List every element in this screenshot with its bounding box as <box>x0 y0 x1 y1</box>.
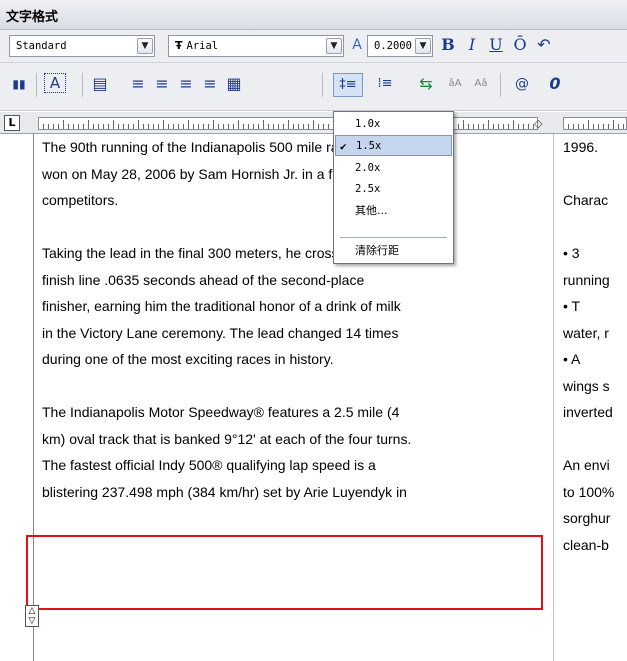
text-line: sorghur <box>563 510 611 526</box>
justify-button[interactable]: ≡ <box>200 73 220 97</box>
text-line: to 100% <box>563 483 615 500</box>
menu-item-label: 2.5x <box>355 183 381 195</box>
lowercase-button[interactable]: Aǎ <box>470 73 492 97</box>
text-line: 1996. <box>563 139 599 155</box>
menu-item-1-0x[interactable]: 1.0x <box>335 114 452 135</box>
font-dropdown-arrow-icon[interactable]: ▼ <box>326 38 342 54</box>
tab-type-selector[interactable]: L <box>4 115 20 131</box>
menu-item-2-5x[interactable]: 2.5x <box>335 179 452 200</box>
annotative-icon[interactable]: A <box>347 34 367 58</box>
text-line: finish line .0635 seconds ahead of the s… <box>42 271 365 288</box>
check-icon: ✔ <box>340 140 347 153</box>
ruler[interactable]: L ◇ <box>0 112 627 134</box>
text-line: km) oval track that is banked 9°12' at e… <box>42 430 412 447</box>
text-line: finisher, earning him the traditional ho… <box>42 298 401 314</box>
toolbar-separator <box>322 73 323 97</box>
uppercase-button[interactable]: ǎA <box>444 73 466 97</box>
menu-item-1-5x[interactable]: ✔ 1.5x <box>335 135 452 156</box>
underline-button[interactable]: U <box>486 34 506 58</box>
overline-button[interactable]: Ō <box>510 34 530 58</box>
menu-item-label: 2.0x <box>355 162 381 174</box>
style-select-value: Standard <box>16 40 67 52</box>
ruler-scale[interactable] <box>38 117 538 130</box>
text-line: water, r <box>563 324 609 341</box>
text-line: during one of the most exciting races in… <box>42 351 334 367</box>
text-column-2[interactable]: 1996. Charac • 3 running • T water, r • A wings… <box>563 134 627 558</box>
toolbar-separator <box>500 73 501 97</box>
numbering-button[interactable]: ⁞≡ <box>370 73 400 97</box>
mtext-justify-button[interactable]: A <box>44 73 66 93</box>
line-spacing-menu: 1.0x ✔ 1.5x 2.0x 2.5x 其他... 清除行距 <box>333 111 454 264</box>
menu-separator <box>340 237 447 238</box>
text-line: won on May 28, 2006 by Sam Hornish Jr. i… <box>42 165 390 182</box>
left-margin-line <box>33 134 34 661</box>
text-line: • 3 <box>563 245 580 261</box>
columns-button[interactable]: ▮▮ <box>8 73 30 97</box>
column-separator <box>553 134 554 661</box>
text-line: wings s <box>563 377 610 394</box>
text-line <box>563 161 627 188</box>
ruler-width-handle-icon[interactable]: ◇ <box>534 117 542 130</box>
style-select[interactable]: Standard ▼ <box>9 35 155 57</box>
text-column-1[interactable]: The 90th running of the Indianapolis 500… <box>42 134 550 505</box>
toolbar-separator <box>36 73 37 97</box>
text-line: blistering 237.498 mph (384 km/hr) set b… <box>42 483 407 500</box>
text-line: Taking the lead in the final 300 meters,… <box>42 245 378 261</box>
toolbar-row-1: Standard ▼ Ŧ Arial ▼ A 0.2000 ▼ B I U Ō ↶ <box>0 30 627 63</box>
italic-button[interactable]: I <box>462 34 482 58</box>
truetype-font-icon: Ŧ <box>175 39 183 52</box>
insert-field-button[interactable]: ⇆ <box>416 73 436 97</box>
text-line: competitors. <box>42 192 119 208</box>
toolbar-separator <box>82 73 83 97</box>
text-line <box>563 426 627 453</box>
menu-item-clear-line-spacing[interactable]: 清除行距 <box>335 240 452 261</box>
text-line: Charac <box>563 192 609 208</box>
text-height-dropdown-arrow-icon[interactable]: ▼ <box>415 38 431 54</box>
line-spacing-button[interactable]: ‡≡ <box>333 73 363 97</box>
text-line: clean-b <box>563 536 609 553</box>
toolbar-row-2: ▮▮ A ▤ ≡ ≡ ≡ ≡ ▦ ‡≡ ⁞≡ ⇆ ǎA Aǎ @ 0 <box>0 63 627 111</box>
paragraph-button[interactable]: ▤ <box>90 73 110 97</box>
menu-item-label: 1.5x <box>356 140 382 152</box>
text-line: The fastest official Indy 500® qualifyin… <box>42 457 376 473</box>
align-left-button[interactable]: ≡ <box>128 73 148 97</box>
menu-item-label: 1.0x <box>355 118 381 130</box>
text-height-value: 0.2000 <box>374 40 412 52</box>
text-line: An envi <box>563 457 610 473</box>
text-height-select[interactable]: 0.2000 ▼ <box>367 35 433 57</box>
font-select[interactable]: Ŧ Arial ▼ <box>168 35 344 57</box>
align-center-button[interactable]: ≡ <box>152 73 172 97</box>
align-right-button[interactable]: ≡ <box>176 73 196 97</box>
distribute-button[interactable]: ▦ <box>224 73 244 97</box>
text-line: in the Victory Lane ceremony. The lead c… <box>42 324 399 341</box>
window-title: 文字格式 <box>6 10 59 25</box>
text-line: The Indianapolis Motor Speedway® feature… <box>42 404 400 420</box>
symbol-button[interactable]: @ <box>507 73 537 97</box>
menu-item-label: 其他... <box>355 204 388 217</box>
oblique-angle-button[interactable]: 0 <box>545 73 565 97</box>
title-bar: 文字格式 <box>0 0 627 30</box>
menu-item-other[interactable]: 其他... <box>335 200 452 221</box>
undo-button[interactable]: ↶ <box>534 34 554 58</box>
text-line: • T <box>563 298 581 314</box>
text-line: running <box>563 271 610 288</box>
style-dropdown-arrow-icon[interactable]: ▼ <box>137 38 153 54</box>
text-line <box>563 214 627 241</box>
document-area[interactable]: The 90th running of the Indianapolis 500… <box>0 134 627 661</box>
column-height-handle-icon[interactable]: △ ▽ <box>25 605 39 627</box>
text-line: The 90th running of the Indianapolis 500… <box>42 139 383 155</box>
text-line: inverted <box>563 404 613 420</box>
font-select-value: Arial <box>186 40 219 52</box>
menu-item-2-0x[interactable]: 2.0x <box>335 158 452 179</box>
text-line: • A <box>563 351 581 367</box>
menu-item-label: 清除行距 <box>355 244 399 257</box>
ruler-scale-column-2[interactable] <box>563 117 627 130</box>
bold-button[interactable]: B <box>438 34 458 58</box>
